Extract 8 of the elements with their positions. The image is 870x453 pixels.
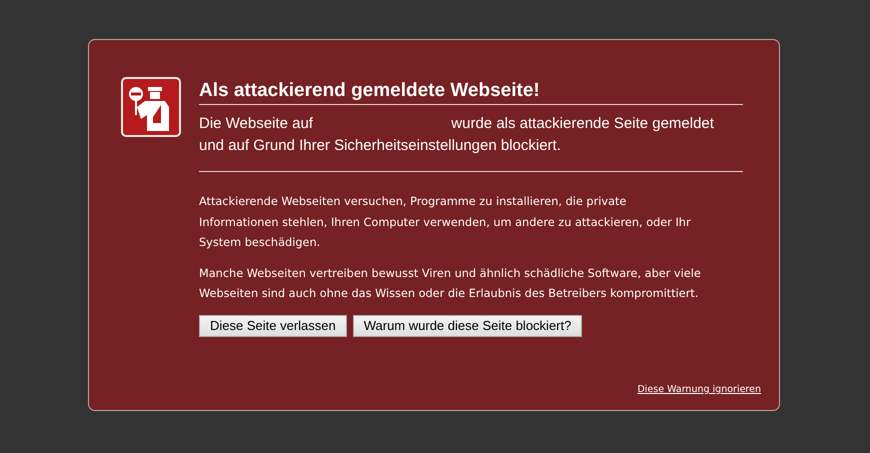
action-button[interactable]: Warum wurde diese Seite blockiert?: [352, 314, 582, 336]
intro-text: Die Webseite auf wurde als attackierende Seite gemeldet und auf Grund Ihrer Sicherheitseinstellungen blockiert.: [199, 113, 743, 172]
explanation-text: Attackierende Webseiten versuchen, Programme zu installieren, die private Informationen stehlen, Ihren Computer verwenden, um andere zu attackieren, oder Ihr System beschädigen.: [199, 194, 692, 251]
guard-icon: [121, 77, 181, 137]
ignore-warning-link[interactable]: Diese Warnung ignorieren: [637, 384, 761, 395]
action-button[interactable]: Diese Seite verlassen: [199, 314, 347, 336]
explanation-text: Manche Webseiten vertreiben bewusst Viren und ähnlich schädliche Software, aber viele Webseiten sind auch ohne das Wissen oder die Erlaubnis des Betreibers kompromittiert.: [199, 266, 702, 302]
warning-title: Als attackierend gemeldete Webseite!: [199, 80, 743, 105]
